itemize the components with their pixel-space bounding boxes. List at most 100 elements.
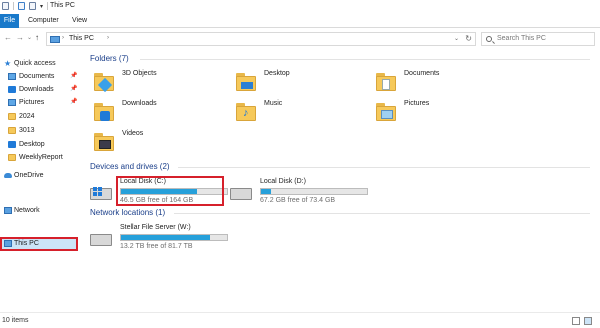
- sidebar-item-label: OneDrive: [14, 172, 44, 179]
- sidebar-item-label: Quick access: [14, 60, 56, 67]
- drive-usage-bar: [120, 234, 228, 241]
- folder-icon: [8, 113, 16, 120]
- new-folder-icon[interactable]: [29, 2, 36, 10]
- file-explorer-window: ▾ This PC File Computer View ← → ⌄ ↑ › T…: [0, 0, 600, 328]
- recent-locations-icon[interactable]: ⌄: [27, 34, 32, 42]
- up-arrow-icon[interactable]: ↑: [35, 34, 39, 42]
- sidebar-item-network[interactable]: Network: [0, 205, 82, 217]
- back-arrow-icon[interactable]: ←: [4, 34, 12, 42]
- tab-view[interactable]: View: [72, 14, 87, 28]
- hard-drive-icon: [230, 188, 252, 200]
- address-bar[interactable]: › This PC › ⌄ ↻: [46, 32, 476, 46]
- folder-item-documents[interactable]: Documents: [376, 68, 516, 96]
- folder-label: Videos: [122, 130, 144, 137]
- folder-label: Music: [264, 100, 283, 107]
- explorer-icon: [2, 2, 9, 10]
- network-drive-item-w[interactable]: Stellar File Server (W:) 13.2 TB free of…: [90, 224, 230, 254]
- address-location[interactable]: This PC: [69, 35, 94, 42]
- sidebar-item-this-pc[interactable]: This PC: [0, 238, 82, 250]
- cloud-icon: [4, 173, 12, 178]
- network-icon: [4, 207, 12, 214]
- folder-item-pictures[interactable]: Pictures: [376, 98, 516, 126]
- ribbon-tabs: File Computer View: [0, 14, 600, 28]
- folder-item-videos[interactable]: Videos: [94, 128, 234, 156]
- pin-icon: 📌: [70, 73, 78, 79]
- search-placeholder: Search This PC: [497, 35, 546, 42]
- pictures-icon: [8, 99, 16, 106]
- sidebar-item-label: 3013: [19, 127, 35, 134]
- refresh-icon[interactable]: ↻: [465, 34, 472, 43]
- sidebar-item-desktop[interactable]: Desktop: [0, 139, 82, 151]
- sidebar-item-pictures[interactable]: Pictures 📌: [0, 97, 82, 109]
- quick-access-toolbar: ▾: [2, 2, 49, 10]
- details-view-icon[interactable]: [572, 317, 580, 325]
- customize-toolbar-icon[interactable]: ▾: [40, 3, 43, 10]
- star-icon: ★: [4, 59, 12, 68]
- chevron-down-icon[interactable]: ⌄: [454, 35, 459, 42]
- sidebar-item-label: Pictures: [19, 99, 45, 106]
- search-icon: [486, 36, 492, 42]
- this-pc-icon: [50, 36, 60, 43]
- sidebar-item-label: Desktop: [19, 141, 45, 148]
- devices-group-header[interactable]: Devices and drives (2): [90, 162, 170, 171]
- tab-computer[interactable]: Computer: [28, 14, 59, 28]
- documents-icon: [8, 73, 16, 80]
- drive-name: Stellar File Server (W:): [120, 224, 191, 231]
- folder-label: Documents: [404, 70, 440, 77]
- properties-icon[interactable]: [18, 2, 25, 10]
- documents-folder-icon: [376, 70, 396, 92]
- downloads-icon: [8, 86, 16, 93]
- desktop-icon: [8, 141, 16, 148]
- large-icons-view-icon[interactable]: [584, 317, 592, 325]
- folder-item-3d-objects[interactable]: 3D Objects: [94, 68, 234, 96]
- sidebar-item-2024[interactable]: 2024: [0, 111, 82, 123]
- drive-item-d[interactable]: Local Disk (D:) 67.2 GB free of 73.4 GB: [230, 178, 370, 208]
- sidebar-item-label: Network: [14, 207, 40, 214]
- divider: [140, 59, 590, 60]
- videos-folder-icon: [94, 130, 114, 152]
- music-folder-icon: ♪: [236, 100, 256, 122]
- forward-arrow-icon[interactable]: →: [16, 34, 24, 42]
- search-box[interactable]: Search This PC: [481, 32, 595, 46]
- pictures-folder-icon: [376, 100, 396, 122]
- folders-group-header[interactable]: Folders (7): [90, 54, 129, 63]
- sidebar-item-weeklyreport[interactable]: WeeklyReport: [0, 152, 82, 164]
- drive-free-space: 13.2 TB free of 81.7 TB: [120, 243, 193, 250]
- sidebar-item-quick-access[interactable]: ★ Quick access: [0, 58, 82, 70]
- sidebar-item-3013[interactable]: 3013: [0, 125, 82, 137]
- status-bar: 10 items: [0, 312, 600, 328]
- content-pane: Folders (7) 3D Objects Desktop Documents: [84, 52, 598, 312]
- sidebar-item-label: Documents: [19, 73, 55, 80]
- folder-label: Pictures: [404, 100, 430, 107]
- desktop-folder-icon: [236, 70, 256, 92]
- sidebar-item-onedrive[interactable]: OneDrive: [0, 170, 82, 182]
- folder-item-downloads[interactable]: Downloads: [94, 98, 234, 126]
- sidebar-item-downloads[interactable]: Downloads 📌: [0, 84, 82, 96]
- sidebar-item-label: Downloads: [19, 86, 54, 93]
- chevron-right-icon[interactable]: ›: [62, 35, 64, 41]
- sidebar-item-documents[interactable]: Documents 📌: [0, 71, 82, 83]
- drive-name: Local Disk (D:): [260, 178, 306, 185]
- tab-file[interactable]: File: [0, 14, 19, 28]
- drive-usage-fill: [261, 189, 271, 194]
- folder-item-music[interactable]: ♪ Music: [236, 98, 376, 126]
- windows-logo-icon: [93, 187, 103, 197]
- network-group-header[interactable]: Network locations (1): [90, 208, 165, 217]
- sidebar-item-label: WeeklyReport: [19, 154, 63, 161]
- downloads-folder-icon: [94, 100, 114, 122]
- folder-label: Desktop: [264, 70, 290, 77]
- drive-free-space: 67.2 GB free of 73.4 GB: [260, 197, 336, 204]
- divider: [13, 2, 14, 10]
- item-count: 10 items: [2, 317, 29, 324]
- navigation-pane: ★ Quick access Documents 📌 Downloads 📌 P…: [0, 52, 82, 312]
- title-bar: ▾ This PC: [0, 0, 600, 14]
- folder-icon: [8, 127, 16, 134]
- divider: [47, 2, 49, 10]
- navigation-bar: ← → ⌄ ↑ › This PC › ⌄ ↻ Search This PC: [0, 30, 600, 48]
- folder-icon: [8, 154, 16, 161]
- window-title: This PC: [50, 2, 75, 9]
- folder-label: Downloads: [122, 100, 157, 107]
- folder-item-desktop[interactable]: Desktop: [236, 68, 376, 96]
- highlight-box: [116, 176, 224, 206]
- chevron-right-icon[interactable]: ›: [107, 35, 109, 41]
